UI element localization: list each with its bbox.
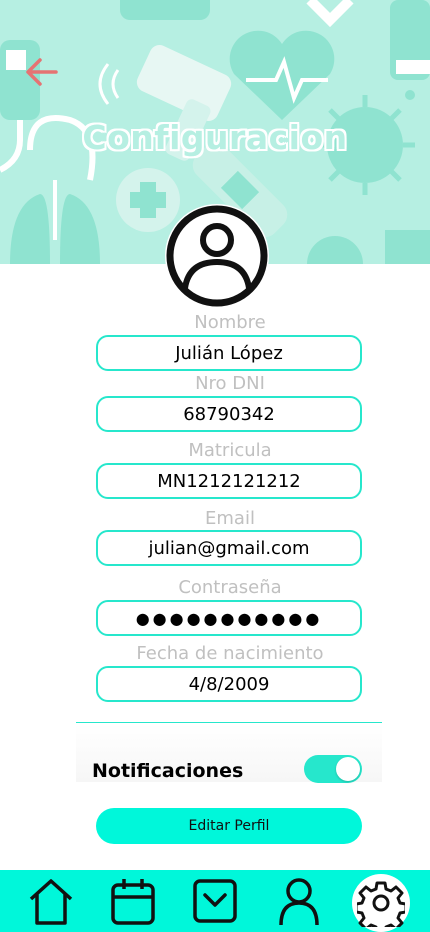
password-label: Contraseña	[178, 577, 282, 598]
name-label: Nombre	[194, 312, 266, 333]
password-field[interactable]: ●●●●●●●●●●●	[96, 600, 362, 636]
birthdate-label: Fecha de nacimiento	[136, 643, 324, 664]
matricula-field[interactable]: MN1212121212	[96, 463, 362, 499]
nav-inbox[interactable]	[185, 870, 245, 932]
calendar-icon	[111, 879, 155, 925]
nav-settings[interactable]	[351, 870, 411, 932]
inbox-icon	[193, 879, 237, 923]
user-circle-icon	[166, 205, 268, 307]
nav-home[interactable]	[21, 870, 81, 932]
name-field[interactable]: Julián López	[96, 335, 362, 371]
birthdate-field[interactable]: 4/8/2009	[96, 666, 362, 702]
notifications-label: Notificaciones	[92, 760, 244, 782]
section-divider	[76, 722, 382, 723]
page-title: Configuracion	[82, 118, 348, 157]
user-icon	[279, 878, 319, 926]
gear-icon	[357, 881, 405, 927]
back-arrow-icon[interactable]	[22, 54, 62, 90]
profile-avatar[interactable]	[165, 204, 269, 308]
nav-profile[interactable]	[269, 870, 329, 932]
email-label: Email	[205, 508, 255, 529]
toggle-knob	[336, 757, 360, 781]
dni-label: Nro DNI	[195, 373, 265, 394]
nav-calendar[interactable]	[103, 870, 163, 932]
email-field[interactable]: julian@gmail.com	[96, 530, 362, 566]
dni-field[interactable]: 68790342	[96, 396, 362, 432]
edit-profile-button[interactable]: Editar Perfil	[96, 808, 362, 844]
matricula-label: Matricula	[188, 440, 272, 461]
notifications-toggle[interactable]	[304, 755, 362, 783]
home-icon	[29, 879, 73, 925]
